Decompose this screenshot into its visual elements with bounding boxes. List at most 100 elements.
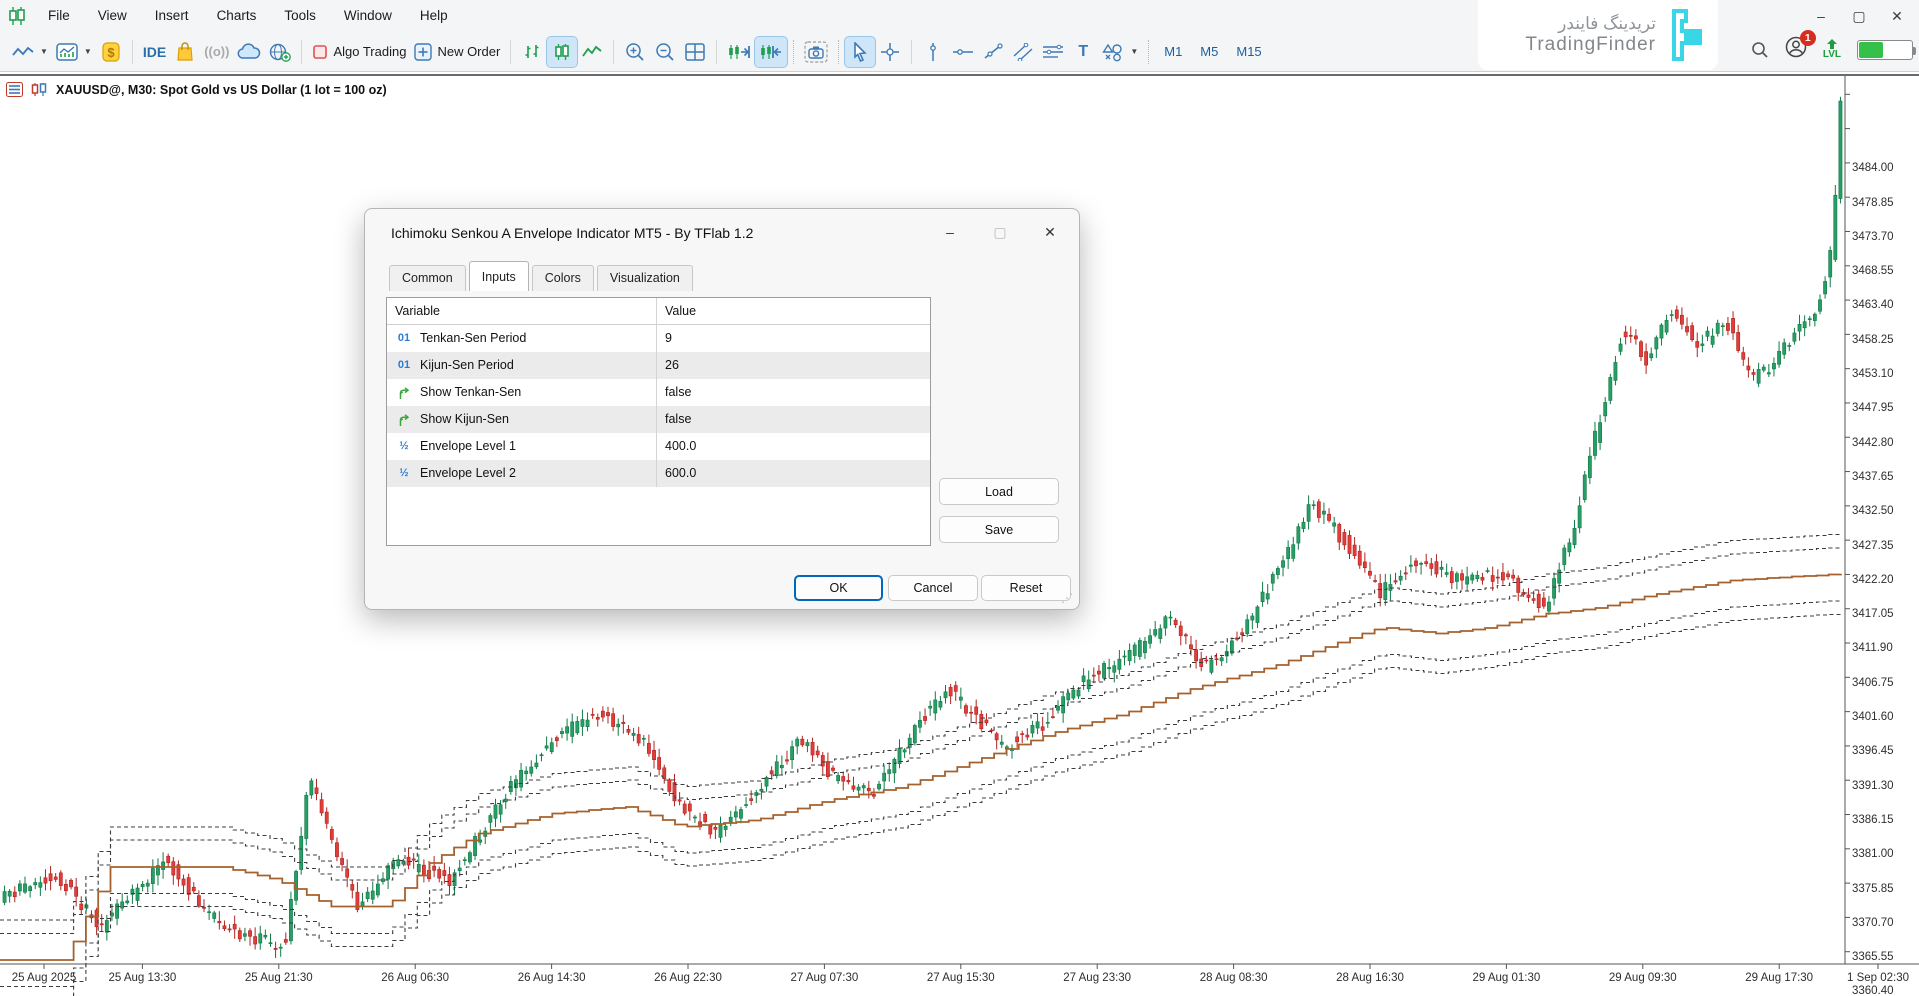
table-row[interactable]: 01Kijun-Sen Period26 bbox=[387, 352, 930, 379]
level-indicator[interactable]: LVL bbox=[1823, 39, 1841, 60]
text-tool-button[interactable]: T bbox=[1068, 37, 1098, 67]
zoom-in-button[interactable] bbox=[620, 37, 650, 67]
vertical-line-button[interactable] bbox=[918, 37, 948, 67]
dialog-maximize-button[interactable]: ▢ bbox=[985, 219, 1015, 245]
variable-name: Envelope Level 1 bbox=[420, 433, 516, 460]
algo-trading-button[interactable]: Algo Trading bbox=[308, 37, 410, 67]
menu-file[interactable]: File bbox=[34, 0, 84, 32]
chevron-down-icon: ▼ bbox=[84, 47, 92, 56]
price-tick: 3437.65 bbox=[1852, 470, 1918, 484]
dialog-minimize-button[interactable]: – bbox=[935, 219, 965, 245]
tab-inputs[interactable]: Inputs bbox=[469, 261, 529, 291]
shift-end-button[interactable] bbox=[723, 37, 755, 67]
window-close-button[interactable]: ✕ bbox=[1883, 4, 1911, 28]
table-row[interactable]: ½Envelope Level 2600.0 bbox=[387, 460, 930, 487]
vps-button[interactable] bbox=[265, 37, 295, 67]
time-tick: 29 Aug 01:30 bbox=[1472, 972, 1540, 984]
table-header: VariableValue bbox=[387, 298, 930, 325]
cloud-button[interactable] bbox=[233, 37, 265, 67]
ide-button[interactable]: IDE bbox=[139, 37, 170, 67]
cancel-button[interactable]: Cancel bbox=[888, 575, 978, 601]
window-controls: – ▢ ✕ bbox=[1807, 4, 1911, 28]
menu-charts[interactable]: Charts bbox=[203, 0, 271, 32]
menu-help[interactable]: Help bbox=[406, 0, 462, 32]
tab-colors[interactable]: Colors bbox=[532, 265, 594, 291]
horizontal-line-button[interactable] bbox=[948, 37, 978, 67]
watermark-persian-text: تریدینگ فایندر bbox=[1525, 14, 1656, 34]
variable-value[interactable]: false bbox=[657, 379, 930, 406]
fibonacci-button[interactable] bbox=[1038, 37, 1068, 67]
account-cluster: 1 LVL bbox=[1751, 36, 1913, 63]
indicators-button[interactable]: ▼ bbox=[52, 37, 96, 67]
chevron-down-icon: ▼ bbox=[1130, 47, 1138, 56]
table-row[interactable]: 01Tenkan-Sen Period9 bbox=[387, 325, 930, 352]
signals-button[interactable]: ((o)) bbox=[200, 37, 233, 67]
reset-button[interactable]: Reset bbox=[981, 575, 1071, 601]
menu-window[interactable]: Window bbox=[330, 0, 406, 32]
table-row[interactable]: Show Kijun-Sen false bbox=[387, 406, 930, 433]
new-order-button[interactable]: New Order bbox=[410, 37, 504, 67]
candlestick-chart-button[interactable] bbox=[547, 37, 577, 67]
menu-insert[interactable]: Insert bbox=[141, 0, 203, 32]
cursor-button[interactable] bbox=[845, 37, 875, 67]
timeframe-m5-button[interactable]: M5 bbox=[1191, 37, 1227, 67]
variable-name: Kijun-Sen Period bbox=[420, 352, 514, 379]
dialog-close-button[interactable]: ✕ bbox=[1035, 219, 1065, 245]
timeframe-m15-button[interactable]: M15 bbox=[1227, 37, 1270, 67]
tab-common[interactable]: Common bbox=[389, 265, 466, 291]
resize-grip[interactable]: ⋰ bbox=[1061, 591, 1073, 605]
mt5-logo-icon bbox=[0, 7, 34, 25]
menu-tools[interactable]: Tools bbox=[270, 0, 330, 32]
table-row[interactable]: Show Tenkan-Senfalse bbox=[387, 379, 930, 406]
time-tick: 26 Aug 22:30 bbox=[654, 972, 722, 984]
time-axis[interactable]: 25 Aug 202525 Aug 13:3025 Aug 21:3026 Au… bbox=[0, 964, 1919, 996]
line-style-button[interactable]: ▼ bbox=[8, 37, 52, 67]
variable-name: Show Kijun-Sen bbox=[420, 406, 509, 433]
bar-chart-button[interactable] bbox=[517, 37, 547, 67]
tradingfinder-watermark: تریدینگ فایندر TradingFinder bbox=[1478, 0, 1718, 70]
load-button[interactable]: Load bbox=[939, 478, 1059, 505]
line-chart-button[interactable] bbox=[577, 37, 607, 67]
shift-end-icon bbox=[727, 43, 751, 61]
price-tick: 3453.10 bbox=[1852, 367, 1918, 381]
variable-value[interactable]: 600.0 bbox=[657, 460, 930, 487]
tile-windows-button[interactable] bbox=[680, 37, 710, 67]
search-icon[interactable] bbox=[1751, 41, 1769, 59]
auto-scroll-button[interactable] bbox=[755, 37, 787, 67]
variable-value[interactable]: 9 bbox=[657, 325, 930, 352]
table-row[interactable]: ½Envelope Level 1400.0 bbox=[387, 433, 930, 460]
price-tick: 3391.30 bbox=[1852, 779, 1918, 793]
zoom-out-button[interactable] bbox=[650, 37, 680, 67]
timeframe-m1-button[interactable]: M1 bbox=[1155, 37, 1191, 67]
zigzag-icon bbox=[12, 44, 34, 60]
variable-value[interactable]: 26 bbox=[657, 352, 930, 379]
window-minimize-button[interactable]: – bbox=[1807, 4, 1835, 28]
window-maximize-button[interactable]: ▢ bbox=[1845, 4, 1873, 28]
currency-button[interactable]: $ bbox=[96, 37, 126, 67]
crosshair-button[interactable] bbox=[875, 37, 905, 67]
screenshot-button[interactable] bbox=[800, 37, 832, 67]
ok-button[interactable]: OK bbox=[794, 575, 883, 601]
save-button[interactable]: Save bbox=[939, 516, 1059, 543]
chart-shortcut-icon[interactable] bbox=[31, 82, 48, 97]
shapes-button[interactable]: ▼ bbox=[1098, 37, 1142, 67]
column-variable[interactable]: Variable bbox=[387, 298, 657, 324]
menu-view[interactable]: View bbox=[84, 0, 141, 32]
tab-visualization[interactable]: Visualization bbox=[597, 265, 693, 291]
price-tick: 3401.60 bbox=[1852, 710, 1918, 724]
user-avatar[interactable]: 1 bbox=[1785, 36, 1807, 63]
double-icon: ½ bbox=[395, 460, 413, 487]
trendline-button[interactable] bbox=[978, 37, 1008, 67]
tradingfinder-logo-icon bbox=[1666, 9, 1708, 61]
bool-icon bbox=[395, 413, 413, 427]
variable-value[interactable]: 400.0 bbox=[657, 433, 930, 460]
price-tick: 3478.85 bbox=[1852, 196, 1918, 210]
line-chart-icon bbox=[582, 44, 602, 60]
market-button[interactable] bbox=[170, 37, 200, 67]
channel-button[interactable] bbox=[1008, 37, 1038, 67]
journal-icon[interactable] bbox=[6, 82, 23, 97]
variable-value[interactable]: false bbox=[657, 406, 930, 433]
time-tick: 1 Sep 02:30 bbox=[1847, 972, 1909, 984]
price-tick: 3458.25 bbox=[1852, 333, 1918, 347]
column-value[interactable]: Value bbox=[657, 298, 930, 324]
